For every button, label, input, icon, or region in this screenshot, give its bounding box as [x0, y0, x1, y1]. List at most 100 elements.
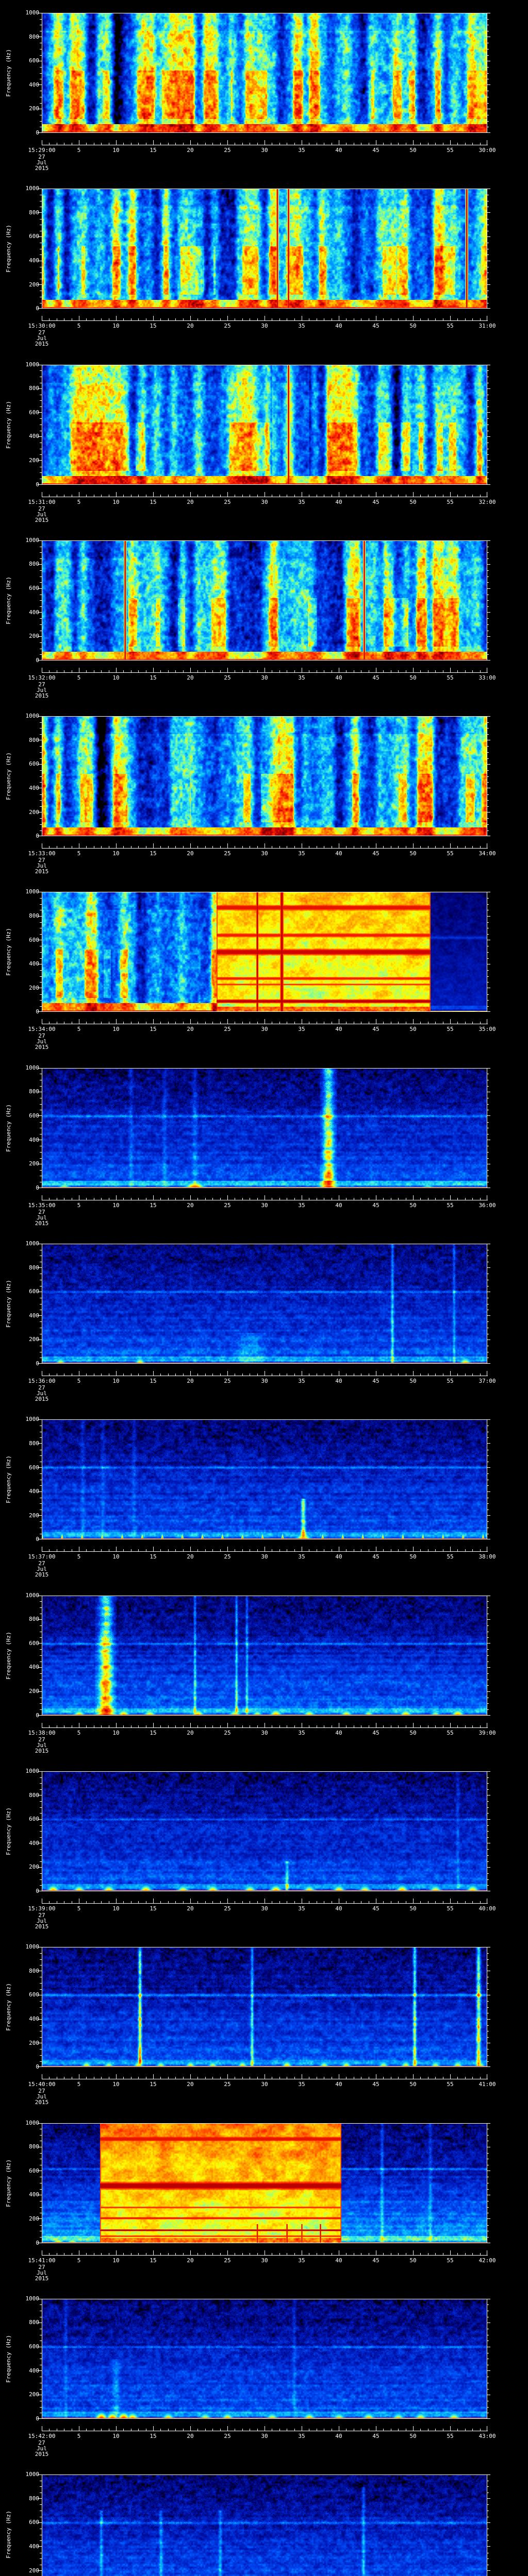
time-axis-minor-tick	[160, 1549, 161, 1552]
time-axis-minor-tick	[160, 494, 161, 497]
time-axis-minor-tick	[257, 1549, 258, 1552]
freq-axis-minor-tick	[487, 1607, 489, 1608]
time-tick-label: 35	[298, 1553, 305, 1561]
freq-tick-label: 800	[29, 1088, 39, 1095]
time-tick-label: 50	[409, 2257, 417, 2264]
freq-axis-minor-tick	[40, 1953, 42, 1954]
time-axis-tick	[153, 843, 154, 849]
freq-axis-minor-tick	[487, 1783, 489, 1784]
time-tick-label: 40	[335, 1026, 342, 1033]
freq-axis-tick	[487, 1011, 490, 1012]
time-axis-minor-tick	[457, 1374, 458, 1376]
time-axis-minor-tick	[398, 1725, 399, 1727]
freq-tick-label: 600	[29, 760, 39, 768]
time-axis-minor-tick	[123, 318, 124, 321]
panel-start-time: 15:33:00	[28, 850, 56, 857]
time-axis-tick	[227, 316, 228, 321]
time-axis-minor-tick	[294, 1901, 295, 1903]
freq-axis-minor-tick	[487, 618, 489, 619]
spectrogram-canvas	[42, 1771, 487, 1891]
spectrogram-canvas	[42, 1947, 487, 2067]
freq-axis-minor-tick	[40, 824, 42, 825]
time-axis-minor-tick	[294, 1022, 295, 1024]
freq-axis-minor-tick	[487, 1873, 489, 1874]
time-axis-tick	[413, 1898, 414, 1903]
time-axis-minor-tick	[197, 318, 199, 321]
date-line: 2015	[35, 1747, 49, 1754]
time-axis-minor-tick	[480, 1901, 481, 1903]
freq-tick-label: 0	[16, 833, 39, 839]
panel-start-time: 15:40:00	[28, 2081, 56, 2088]
freq-tick-label: 800	[29, 385, 39, 392]
time-axis-minor-tick	[435, 2252, 436, 2255]
time-axis-minor-tick	[101, 1549, 102, 1552]
freq-axis-minor-tick	[487, 800, 489, 801]
time-axis-minor-tick	[420, 846, 421, 849]
time-axis-minor-tick	[175, 494, 176, 497]
freq-axis-tick	[38, 1115, 42, 1116]
time-axis-minor-tick	[279, 2428, 280, 2431]
freq-axis-minor-tick	[487, 1455, 489, 1456]
time-tick-label: 50	[409, 1201, 417, 1209]
freq-axis-tick	[487, 1867, 490, 1868]
time-axis-minor-tick	[480, 1549, 481, 1552]
time-axis-minor-tick	[383, 1022, 384, 1024]
time-axis-minor-tick	[279, 318, 280, 321]
time-axis-minor-tick	[205, 2077, 206, 2079]
freq-axis-minor-tick	[40, 1473, 42, 1475]
freq-axis-minor-tick	[487, 2037, 489, 2038]
time-axis-minor-tick	[175, 670, 176, 672]
time-tick-label: 50	[409, 850, 417, 857]
time-axis-minor-tick	[242, 846, 243, 849]
time-axis-minor-tick	[294, 2252, 295, 2255]
freq-axis-minor-tick	[487, 758, 489, 759]
time-axis-tick	[153, 1722, 154, 1727]
freq-axis-minor-tick	[40, 782, 42, 783]
freq-axis-minor-tick	[40, 1879, 42, 1880]
time-tick-label: 30	[261, 2081, 268, 2088]
time-axis-minor-tick	[279, 846, 280, 849]
date-line: 2015	[35, 692, 49, 699]
freq-axis-tick	[487, 2370, 490, 2371]
freq-axis-minor-tick	[40, 2406, 42, 2408]
freq-axis-minor-tick	[40, 1503, 42, 1504]
time-axis-minor-tick	[183, 1901, 184, 1903]
time-tick-label: 5	[77, 2081, 81, 2088]
freq-axis-minor-tick	[487, 2304, 489, 2306]
time-tick-label: 50	[409, 1729, 417, 1736]
panel-end-time: 42:00	[478, 2257, 496, 2264]
time-tick-label: 45	[372, 1729, 380, 1736]
time-tick-label: 5	[77, 674, 81, 681]
freq-axis-minor-tick	[487, 1655, 489, 1656]
frequency-axis-label-box: Frequency (Hz)	[3, 716, 13, 836]
time-axis-minor-tick	[183, 846, 184, 849]
freq-axis-minor-tick	[40, 1873, 42, 1874]
freq-axis-minor-tick	[40, 934, 42, 935]
time-axis-minor-tick	[197, 1901, 199, 1903]
time-axis-minor-tick	[257, 1022, 258, 1024]
freq-axis-tick	[38, 1467, 42, 1468]
time-axis-minor-tick	[480, 1197, 481, 1200]
time-axis-minor-tick	[480, 143, 481, 145]
time-axis-minor-tick	[420, 1725, 421, 1727]
panel-start-time: 15:35:00	[28, 1201, 56, 1209]
time-axis-tick	[153, 2426, 154, 2431]
time-axis-tick	[227, 2074, 228, 2079]
time-axis-minor-tick	[123, 1725, 124, 1727]
time-tick-label: 55	[447, 2432, 454, 2439]
freq-axis-tick	[38, 1667, 42, 1668]
freq-axis-minor-tick	[40, 1709, 42, 1710]
freq-axis-tick	[487, 2546, 490, 2547]
time-axis-minor-tick	[212, 1374, 213, 1376]
freq-axis-minor-tick	[40, 55, 42, 56]
freq-axis-minor-tick	[40, 722, 42, 723]
panel-end-time: 40:00	[478, 1905, 496, 1912]
time-tick-label: 45	[372, 323, 380, 330]
time-tick-label: 40	[335, 498, 342, 505]
freq-axis-tick	[38, 1819, 42, 1820]
frequency-axis-label-box: Frequency (Hz)	[3, 1771, 13, 1891]
time-tick-label: 35	[298, 1201, 305, 1209]
time-axis-minor-tick	[465, 1197, 466, 1200]
time-axis-minor-tick	[86, 1725, 87, 1727]
time-axis-minor-tick	[183, 1374, 184, 1376]
